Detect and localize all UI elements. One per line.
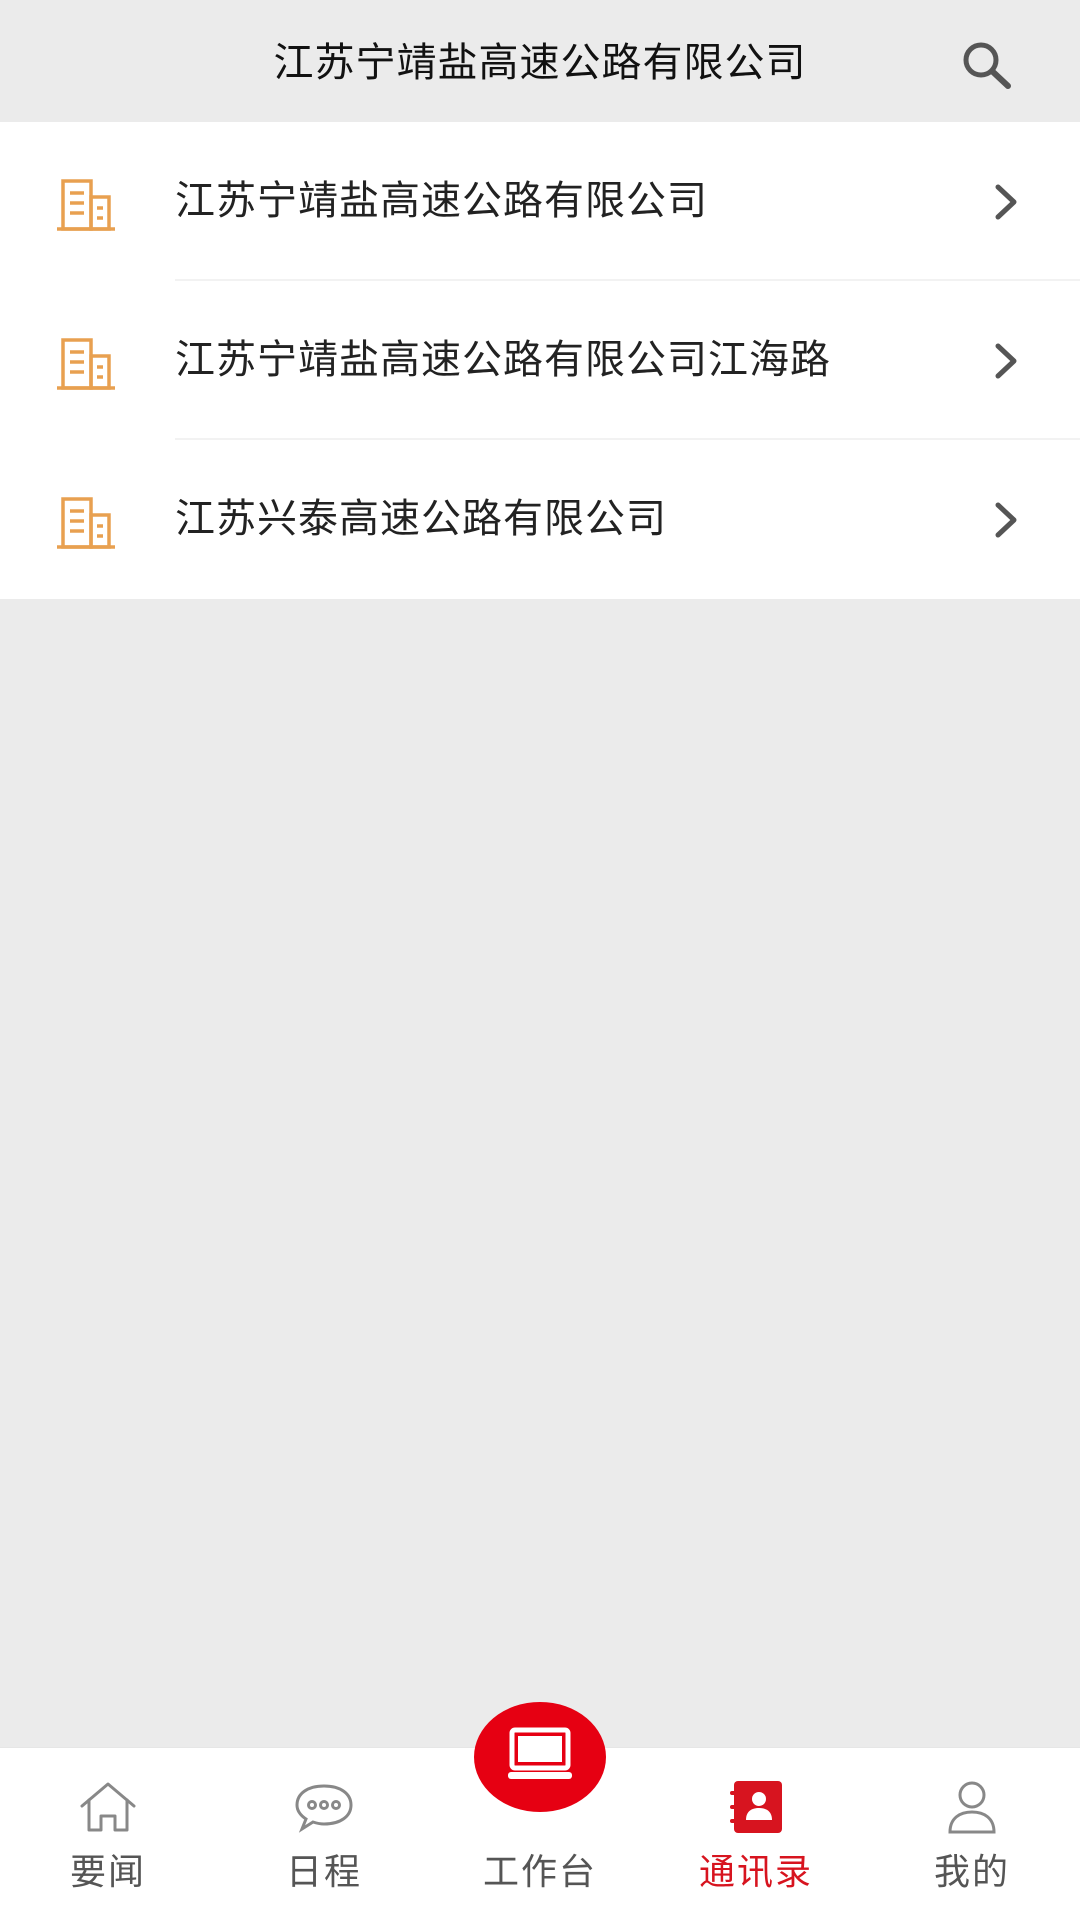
top-app-bar: 江苏宁靖盐高速公路有限公司 xyxy=(0,0,1080,122)
company-list-item[interactable]: 江苏宁靖盐高速公路有限公司江海路 xyxy=(0,281,1080,440)
home-icon xyxy=(80,1782,136,1832)
tab-label: 通讯录 xyxy=(698,1852,813,1893)
building-icon xyxy=(57,497,115,549)
company-name: 江苏宁靖盐高速公路有限公司 xyxy=(175,178,708,224)
monitor-icon xyxy=(508,1727,572,1779)
search-icon xyxy=(963,42,1011,89)
workbench-button[interactable] xyxy=(474,1702,606,1812)
chat-bubble-icon xyxy=(295,1784,353,1833)
company-name: 江苏兴泰高速公路有限公司 xyxy=(175,496,667,542)
company-list: 江苏宁靖盐高速公路有限公司 江苏宁靖盐高速公路有限公司江海路 江苏兴泰高速公路有… xyxy=(0,122,1080,599)
tab-label: 工作台 xyxy=(482,1852,597,1893)
tab-news[interactable]: 要闻 xyxy=(0,1748,216,1921)
chevron-right-icon xyxy=(995,184,1017,220)
chevron-right-icon xyxy=(995,343,1017,379)
building-icon xyxy=(57,338,115,390)
company-list-item[interactable]: 江苏宁靖盐高速公路有限公司 xyxy=(0,122,1080,281)
building-icon xyxy=(57,179,115,231)
company-list-item[interactable]: 江苏兴泰高速公路有限公司 xyxy=(0,440,1080,599)
company-name: 江苏宁靖盐高速公路有限公司江海路 xyxy=(175,337,831,383)
tab-label: 要闻 xyxy=(69,1852,146,1893)
chevron-right-icon xyxy=(995,502,1017,538)
tab-contacts[interactable]: 通讯录 xyxy=(648,1748,864,1921)
user-icon xyxy=(948,1781,996,1834)
contacts-icon xyxy=(730,1781,782,1833)
tab-label: 日程 xyxy=(285,1852,362,1893)
tab-label: 我的 xyxy=(933,1852,1010,1893)
tab-schedule[interactable]: 日程 xyxy=(216,1748,432,1921)
page-title: 江苏宁靖盐高速公路有限公司 xyxy=(273,40,807,86)
search-button[interactable] xyxy=(955,36,1021,96)
tab-profile[interactable]: 我的 xyxy=(864,1748,1080,1921)
